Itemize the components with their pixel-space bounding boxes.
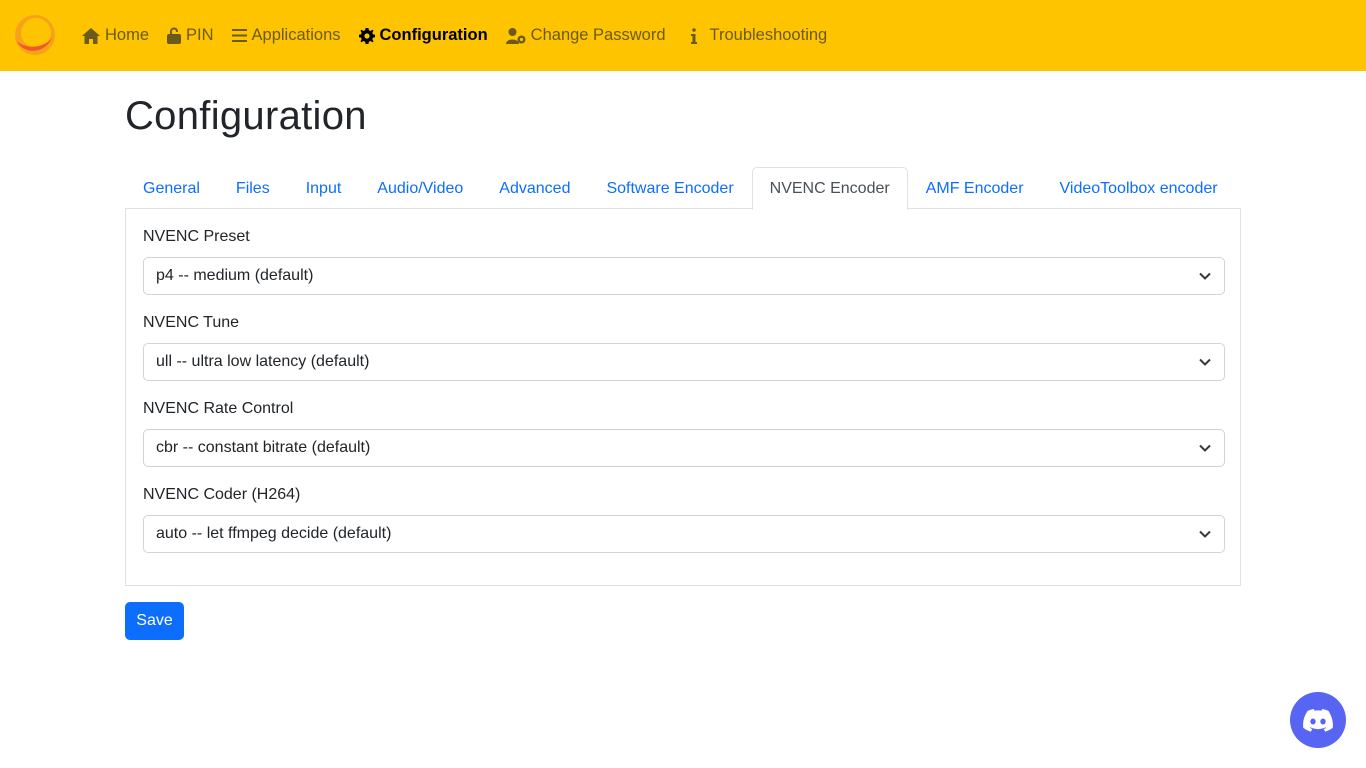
nvenc-preset-field: NVENC Preset p4 -- medium (default): [143, 225, 1225, 295]
nvenc-tune-value: ull -- ultra low latency (default): [156, 353, 370, 370]
gear-icon: [358, 27, 375, 44]
nav-troubleshooting[interactable]: Troubleshooting: [684, 26, 828, 45]
nav-change-password-label: Change Password: [530, 26, 666, 44]
nvenc-coder-label: NVENC Coder (H264): [143, 486, 301, 503]
chevron-down-icon: [1199, 358, 1211, 366]
nvenc-tune-select[interactable]: ull -- ultra low latency (default): [143, 343, 1225, 381]
nav-pin[interactable]: PIN: [167, 26, 214, 45]
tab-input[interactable]: Input: [288, 167, 360, 209]
unlock-icon: [167, 27, 182, 44]
top-navbar: Home PIN Applications Configuration Chan…: [0, 0, 1366, 71]
tab-nvenc-encoder[interactable]: NVENC Encoder: [751, 167, 908, 210]
info-icon: [690, 27, 697, 44]
nvenc-coder-field: NVENC Coder (H264) auto -- let ffmpeg de…: [143, 483, 1225, 553]
nav-home-label: Home: [105, 26, 150, 44]
home-icon: [82, 27, 100, 44]
discord-icon: [1303, 708, 1333, 732]
tab-general[interactable]: General: [125, 167, 218, 209]
nvenc-rate-control-select[interactable]: cbr -- constant bitrate (default): [143, 429, 1225, 467]
chevron-down-icon: [1199, 444, 1211, 452]
nvenc-rate-control-label: NVENC Rate Control: [143, 400, 294, 417]
tab-audio-video[interactable]: Audio/Video: [359, 167, 481, 209]
nvenc-preset-select[interactable]: p4 -- medium (default): [143, 257, 1225, 295]
nvenc-preset-label: NVENC Preset: [143, 228, 250, 245]
nav-pin-label: PIN: [186, 26, 214, 44]
nav-configuration-label: Configuration: [379, 26, 488, 44]
discord-widget-button[interactable]: [1290, 692, 1346, 748]
nav-applications[interactable]: Applications: [231, 26, 341, 45]
user-gear-icon: [505, 27, 526, 44]
nav-applications-label: Applications: [251, 26, 341, 44]
nvenc-rate-control-value: cbr -- constant bitrate (default): [156, 439, 371, 456]
sunshine-logo[interactable]: [13, 13, 57, 57]
nvenc-coder-select[interactable]: auto -- let ffmpeg decide (default): [143, 515, 1225, 553]
nvenc-rate-control-field: NVENC Rate Control cbr -- constant bitra…: [143, 397, 1225, 467]
tab-files[interactable]: Files: [218, 167, 288, 209]
nav-change-password[interactable]: Change Password: [505, 26, 666, 45]
nvenc-coder-value: auto -- let ffmpeg decide (default): [156, 525, 392, 542]
tab-videotoolbox-encoder[interactable]: VideoToolbox encoder: [1042, 167, 1236, 209]
nvenc-settings-panel: NVENC Preset p4 -- medium (default) NVEN…: [125, 208, 1241, 586]
chevron-down-icon: [1199, 530, 1211, 538]
tab-advanced[interactable]: Advanced: [481, 167, 588, 209]
page-title: Configuration: [125, 94, 367, 138]
nav-home[interactable]: Home: [82, 26, 149, 45]
bars-icon: [231, 29, 247, 42]
nvenc-tune-field: NVENC Tune ull -- ultra low latency (def…: [143, 311, 1225, 381]
save-button[interactable]: Save: [125, 602, 184, 640]
config-tabs: General Files Input Audio/Video Advanced…: [125, 167, 1241, 210]
tab-amf-encoder[interactable]: AMF Encoder: [908, 167, 1042, 209]
nvenc-tune-label: NVENC Tune: [143, 314, 240, 331]
chevron-down-icon: [1199, 272, 1211, 280]
nvenc-preset-value: p4 -- medium (default): [156, 267, 314, 284]
nav-configuration[interactable]: Configuration: [358, 26, 488, 45]
tab-software-encoder[interactable]: Software Encoder: [588, 167, 751, 209]
nav-troubleshooting-label: Troubleshooting: [709, 26, 828, 44]
